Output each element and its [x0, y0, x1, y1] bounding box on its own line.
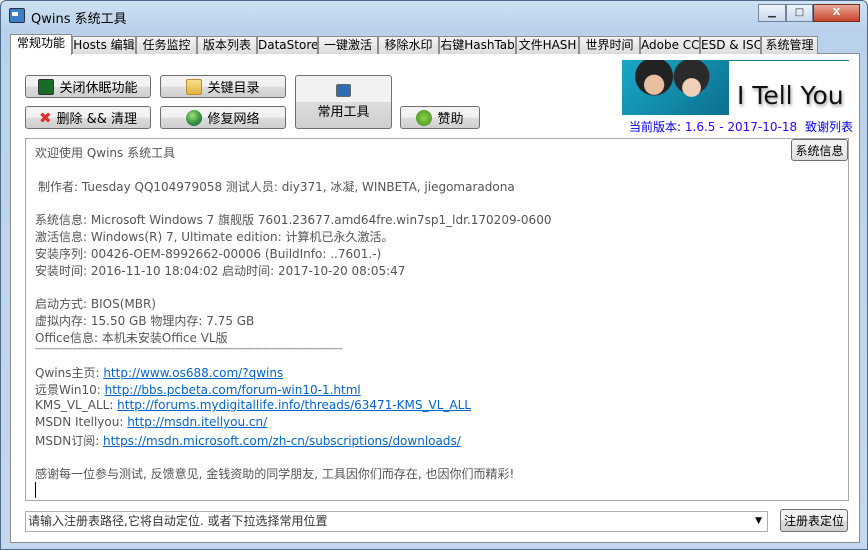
- window-title: Qwins 系统工具: [31, 12, 127, 27]
- link-label: MSDN订阅:: [35, 434, 104, 448]
- registry-locate-button[interactable]: 注册表定位: [780, 509, 848, 532]
- dropdown-arrow-icon[interactable]: ▼: [755, 512, 762, 531]
- itellyou-link[interactable]: http://msdn.itellyou.cn/: [127, 415, 267, 429]
- author-text: 制作者: Tuesday QQ104979058 测试人员: diy371, 冰…: [38, 180, 515, 194]
- maximize-button[interactable]: □: [786, 4, 813, 22]
- boot-mode-text: 启动方式: BIOS(MBR): [35, 297, 156, 311]
- tab-task-monitor[interactable]: 任务监控: [136, 36, 197, 54]
- system-info-text: 系统信息: Microsoft Windows 7 旗舰版 7601.23677…: [35, 213, 552, 227]
- text-cursor: [35, 482, 36, 498]
- delete-clean-button[interactable]: ✖ 删除 && 清理: [25, 106, 151, 129]
- tab-watermark[interactable]: 移除水印: [378, 36, 439, 54]
- folder-icon: [186, 78, 203, 95]
- disable-hibernate-button[interactable]: 关闭休眠功能: [25, 75, 151, 98]
- serial-text: 安装序列: 00426-OEM-8992662-00006 (BuildInfo…: [35, 247, 382, 261]
- close-button[interactable]: X: [813, 4, 860, 22]
- pcbeta-link[interactable]: http://bbs.pcbeta.com/forum-win10-1.html: [105, 383, 361, 397]
- info-textbox[interactable]: 欢迎使用 Qwins 系统工具 制作者: Tuesday QQ104979058…: [25, 138, 849, 501]
- tab-system-management[interactable]: 系统管理: [761, 36, 818, 54]
- button-label: 常用工具: [317, 105, 370, 120]
- banner-image: [622, 60, 729, 115]
- version-info: 当前版本: 1.6.5 - 2017-10-18 致谢列表: [629, 118, 853, 135]
- tab-esd-iso[interactable]: ESD & ISO: [700, 36, 761, 54]
- link-label: Qwins主页:: [35, 366, 104, 380]
- button-label: 删除 && 清理: [56, 112, 138, 127]
- link-label: 远景Win10:: [35, 383, 105, 397]
- app-window: Qwins 系统工具 ▁ □ X 常规功能 Hosts 编辑 任务监控 版本列表…: [0, 0, 868, 550]
- link-row: Qwins主页: http://www.os688.com/?qwins: [35, 364, 283, 381]
- window-icon: [336, 84, 351, 97]
- button-label: 修复网络: [207, 112, 260, 127]
- tab-general[interactable]: 常规功能: [10, 34, 72, 55]
- app-icon: [9, 8, 25, 23]
- banner-logo-text: I Tell You: [737, 81, 844, 110]
- tab-file-hash[interactable]: 文件HASH: [516, 36, 579, 54]
- kms-link[interactable]: http://forums.mydigitallife.info/threads…: [117, 398, 471, 412]
- banner-line: [729, 60, 849, 61]
- install-time-text: 安装时间: 2016-11-10 18:04:02 启动时间: 2017-10-…: [35, 264, 406, 278]
- memory-text: 虚拟内存: 15.50 GB 物理内存: 7.75 GB: [35, 314, 255, 328]
- separator: ----------------------------------------…: [35, 344, 343, 354]
- thanks-text: 感谢每一位参与测试, 反馈意见, 金钱资助的同学朋友, 工具因你们而存在, 也因…: [35, 467, 515, 481]
- link-row: 远景Win10: http://bbs.pcbeta.com/forum-win…: [35, 381, 361, 398]
- button-label: 关闭休眠功能: [59, 81, 138, 96]
- tab-activation[interactable]: 一键激活: [318, 36, 378, 54]
- version-label: 当前版本:: [629, 120, 682, 134]
- qwins-home-link[interactable]: http://www.os688.com/?qwins: [103, 366, 283, 380]
- repair-network-button[interactable]: 修复网络: [160, 106, 286, 129]
- globe-icon: [186, 109, 203, 126]
- minimize-button[interactable]: ▁: [758, 4, 786, 22]
- key-directories-button[interactable]: 关键目录: [160, 75, 286, 98]
- link-row: KMS_VL_ALL: http://forums.mydigitallife.…: [35, 398, 471, 412]
- tab-hashtab[interactable]: 右键HashTab: [439, 36, 516, 54]
- tab-hosts[interactable]: Hosts 编辑: [72, 36, 136, 54]
- button-label: 关键目录: [207, 81, 260, 96]
- link-label: KMS_VL_ALL:: [35, 398, 118, 412]
- link-label: MSDN Itellyou:: [35, 415, 128, 429]
- donate-button[interactable]: 赞助: [400, 106, 480, 129]
- registry-path-combobox[interactable]: 请输入注册表路径,它将自动定位. 或者下拉选择常用位置 ▼: [25, 511, 768, 532]
- thanks-list-link[interactable]: 致谢列表: [805, 120, 853, 134]
- activation-text: 激活信息: Windows(R) 7, Ultimate edition: 计算…: [35, 230, 394, 244]
- tab-datastore[interactable]: DataStore: [257, 36, 318, 54]
- link-row: MSDN订阅: https://msdn.microsoft.com/zh-cn…: [35, 432, 461, 449]
- msdn-subscription-link[interactable]: https://msdn.microsoft.com/zh-cn/subscri…: [103, 434, 461, 448]
- tab-versions[interactable]: 版本列表: [197, 36, 257, 54]
- monitor-icon: [38, 78, 55, 95]
- welcome-text: 欢迎使用 Qwins 系统工具: [35, 146, 176, 160]
- delete-x-icon: ✖: [38, 108, 52, 127]
- system-info-button[interactable]: 系统信息: [791, 139, 848, 161]
- link-row: MSDN Itellyou: http://msdn.itellyou.cn/: [35, 415, 267, 429]
- tab-world-time[interactable]: 世界时间: [579, 36, 640, 54]
- coins-icon: [416, 109, 433, 126]
- button-label: 赞助: [437, 112, 464, 127]
- tab-adobe-cc[interactable]: Adobe CC: [640, 36, 700, 54]
- version-value: 1.6.5 - 2017-10-18: [684, 120, 798, 134]
- common-tools-button[interactable]: 常用工具: [295, 75, 392, 129]
- registry-path-placeholder: 请输入注册表路径,它将自动定位. 或者下拉选择常用位置: [28, 514, 328, 528]
